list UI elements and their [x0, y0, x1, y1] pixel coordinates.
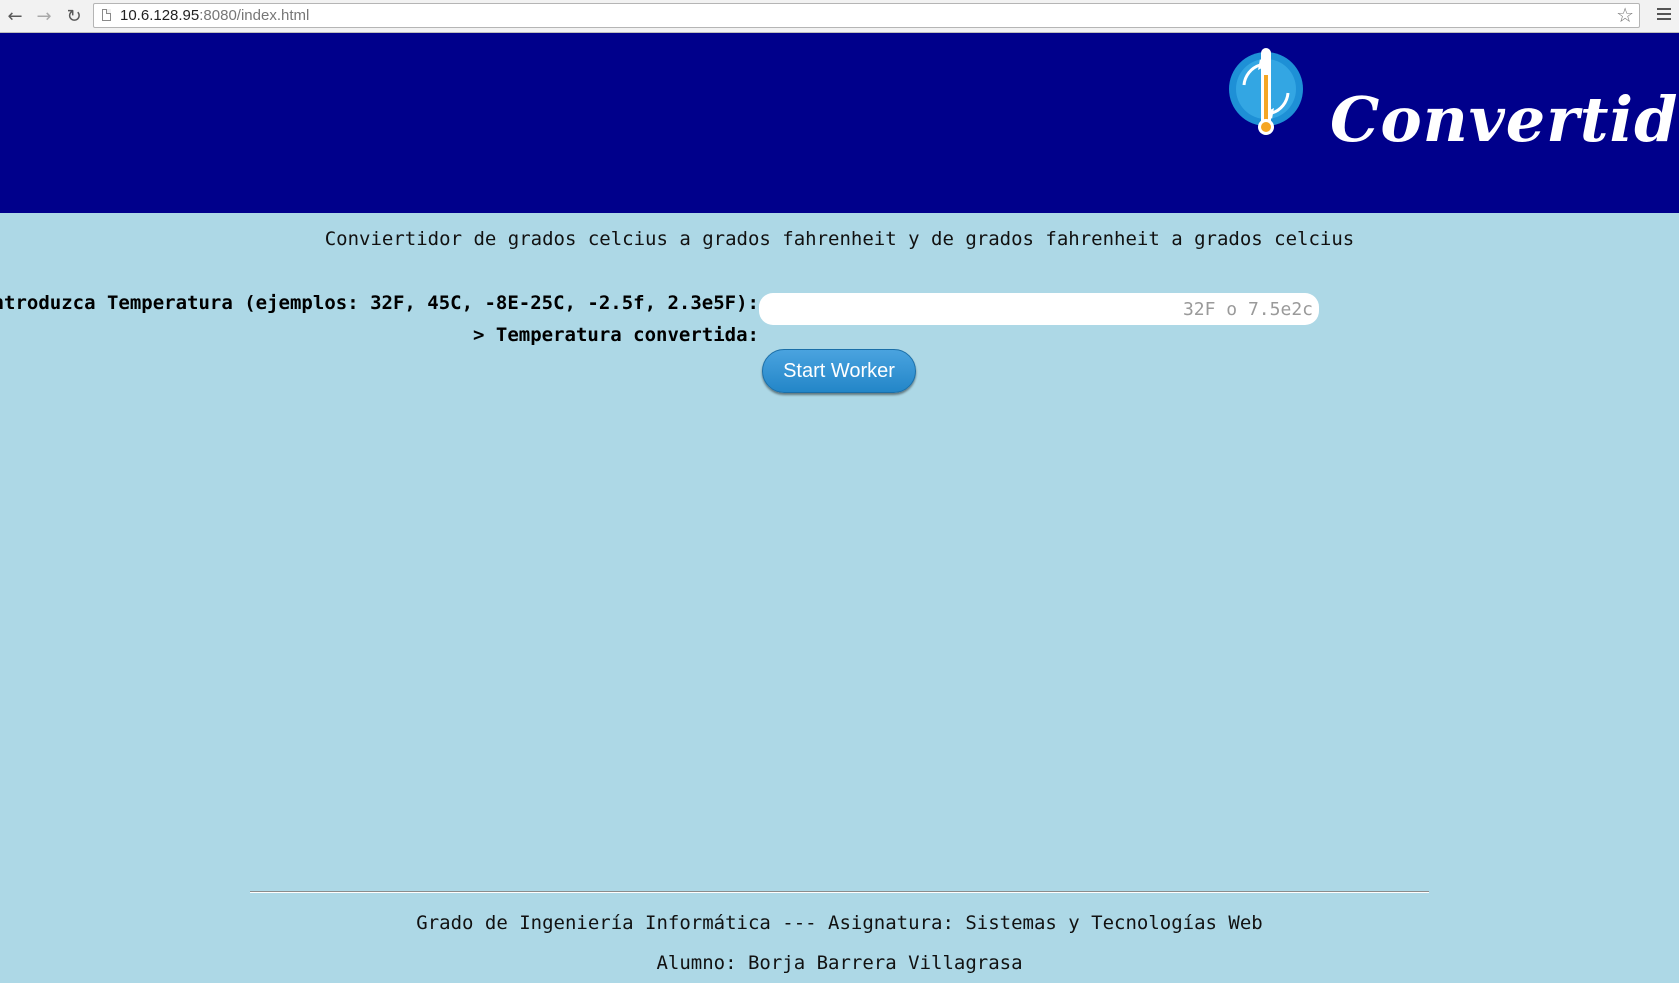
- converted-temperature-label: > Temperatura convertida:: [473, 324, 759, 346]
- page-subtitle: Conviertidor de grados celcius a grados …: [324, 228, 1355, 250]
- start-worker-button[interactable]: Start Worker: [762, 349, 916, 393]
- back-arrow-icon[interactable]: ←: [5, 5, 25, 27]
- thermometer-logo: [1229, 48, 1303, 135]
- page-icon: [102, 9, 111, 21]
- star-icon[interactable]: ☆: [1616, 4, 1634, 27]
- footer-course-info: Grado de Ingeniería Informática --- Asig…: [416, 912, 1263, 934]
- reload-icon[interactable]: ↻: [64, 5, 84, 27]
- header-banner: Convertidor de: [0, 33, 1679, 213]
- forward-arrow-icon[interactable]: →: [34, 5, 54, 27]
- browser-toolbar: ← → ↻ 10.6.128.95:8080/index.html ☆: [0, 0, 1679, 33]
- temperature-input[interactable]: [759, 293, 1319, 325]
- footer-divider: [250, 891, 1429, 893]
- temperature-input-label: > Introduzca Temperatura (ejemplos: 32F,…: [0, 292, 759, 314]
- page-title: Convertidor de: [1330, 83, 1679, 156]
- footer-student-name: Alumno: Borja Barrera Villagrasa: [656, 952, 1023, 974]
- url-host: 10.6.128.95: [120, 7, 200, 24]
- url-path: :8080/index.html: [199, 7, 310, 24]
- menu-icon[interactable]: [1657, 8, 1671, 22]
- address-bar[interactable]: 10.6.128.95:8080/index.html ☆: [93, 3, 1640, 28]
